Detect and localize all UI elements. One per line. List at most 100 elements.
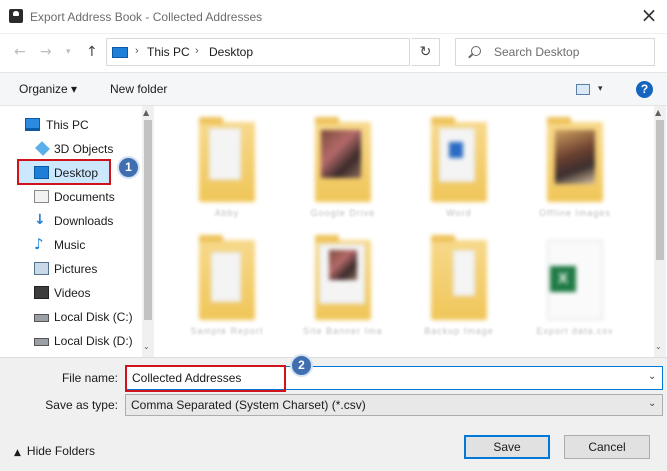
scrollbar-thumb[interactable] (144, 120, 152, 320)
sidebar-item-local-disk-d[interactable]: Local Disk (D:) (0, 329, 140, 353)
sidebar-item-label: Local Disk (C:) (54, 310, 133, 324)
back-arrow-icon[interactable]: ← (14, 44, 26, 60)
scroll-down-icon[interactable]: ⌄ (143, 342, 150, 351)
documents-icon (34, 190, 49, 203)
forward-arrow-icon[interactable]: → (40, 44, 52, 60)
sidebar-item-local-disk-c[interactable]: Local Disk (C:) (0, 305, 140, 329)
file-caption: Sample Report (190, 326, 264, 336)
sidebar-item-label: Videos (54, 286, 91, 300)
step-1-badge: 1 (117, 156, 140, 179)
pc-icon (25, 118, 40, 131)
sidebar-item-documents[interactable]: Documents (0, 185, 140, 209)
file-item[interactable]: Word (419, 112, 499, 227)
help-icon[interactable]: ? (636, 81, 653, 98)
search-icon (471, 46, 481, 56)
folder-icon (315, 235, 371, 320)
sidebar-item-downloads[interactable]: ↓ Downloads (0, 209, 140, 233)
file-list-scrollbar[interactable]: ▲ ⌄ (654, 106, 666, 357)
3d-objects-icon (35, 141, 50, 156)
window-title: Export Address Book - Collected Addresse… (30, 10, 263, 24)
file-caption: Abby (214, 208, 240, 218)
file-item[interactable]: Abby (187, 112, 267, 227)
chevron-down-icon[interactable]: ⌄ (648, 371, 656, 382)
search-box[interactable] (455, 38, 655, 66)
refresh-button[interactable]: ↻ (412, 38, 440, 66)
save-form: File name: ⌄ 2 Save as type: Comma Separ… (0, 354, 667, 471)
view-options-icon[interactable] (576, 84, 590, 95)
file-caption: Google Drive (310, 208, 376, 218)
folder-icon (431, 117, 487, 202)
cancel-button[interactable]: Cancel (564, 435, 650, 459)
sidebar-item-label: This PC (46, 118, 89, 132)
step-2-badge: 2 (290, 354, 313, 377)
navigation-scrollbar[interactable]: ▲ ⌄ (142, 106, 154, 357)
file-caption: Offline Images (539, 208, 611, 218)
videos-icon (34, 286, 49, 299)
downloads-icon: ↓ (34, 212, 46, 228)
excel-file-icon: X (547, 240, 603, 320)
address-bar[interactable]: › This PC › Desktop ⌄ (106, 38, 504, 66)
recent-locations-icon[interactable]: ▾ (66, 47, 71, 57)
view-dropdown-icon[interactable]: ▾ (598, 83, 603, 94)
file-caption: Site Banner Image (303, 326, 383, 336)
folder-icon (315, 117, 371, 202)
pc-icon (112, 47, 128, 58)
save-as-type-select[interactable]: Comma Separated (System Charset) (*.csv)… (125, 394, 663, 416)
file-name-callout-highlight (125, 365, 286, 392)
sidebar-item-label: Music (54, 238, 86, 252)
file-name-label: File name: (61, 371, 118, 385)
scroll-down-icon[interactable]: ⌄ (655, 342, 662, 351)
hide-folders-button[interactable]: ▲ Hide Folders (14, 444, 95, 458)
hide-folders-label: Hide Folders (26, 444, 95, 458)
chevron-up-icon: ▲ (14, 448, 21, 458)
sidebar-item-label: Documents (54, 190, 115, 204)
save-as-type-label: Save as type: (45, 398, 118, 412)
address-book-icon (9, 9, 23, 23)
scrollbar-thumb[interactable] (656, 120, 664, 260)
close-button[interactable]: × (638, 4, 660, 26)
file-item[interactable]: Sample Report (187, 230, 267, 345)
desktop-icon (34, 166, 49, 179)
organize-button[interactable]: Organize ▾ (19, 82, 77, 96)
file-caption: Word (446, 208, 472, 218)
music-icon: ♪ (34, 235, 44, 253)
file-list: Abby Google Drive Word Offline Images Sa… (157, 106, 654, 357)
sidebar-item-label: Local Disk (D:) (54, 334, 133, 348)
scroll-up-icon[interactable]: ▲ (655, 108, 661, 117)
file-caption: Export data.csv (536, 326, 614, 336)
disk-icon (34, 338, 49, 346)
scroll-up-icon[interactable]: ▲ (143, 108, 149, 117)
breadcrumb-desktop[interactable]: Desktop (209, 45, 253, 59)
sidebar-item-label: Downloads (54, 214, 114, 228)
file-item[interactable]: Site Banner Image (303, 230, 383, 345)
sidebar-item-desktop-label[interactable]: Desktop (54, 166, 98, 180)
file-item[interactable]: Offline Images (535, 112, 615, 227)
sidebar-item-this-pc[interactable]: This PC (0, 113, 140, 137)
disk-icon (34, 314, 49, 322)
folder-icon (431, 235, 487, 320)
breadcrumb-this-pc[interactable]: This PC (147, 45, 190, 59)
new-folder-button[interactable]: New folder (110, 82, 167, 96)
file-item[interactable]: Backup Image (419, 230, 499, 345)
folder-icon (199, 235, 255, 320)
pictures-icon (34, 262, 49, 275)
sidebar-item-music[interactable]: ♪ Music (0, 233, 140, 257)
save-as-type-value: Comma Separated (System Charset) (*.csv) (131, 398, 366, 412)
command-toolbar: Organize ▾ New folder ▾ ? (0, 72, 667, 106)
folder-icon (547, 117, 603, 202)
title-bar: Export Address Book - Collected Addresse… (0, 0, 667, 34)
file-item[interactable]: X Export data.csv (535, 230, 615, 345)
sidebar-item-3d-objects[interactable]: 3D Objects (0, 137, 140, 161)
save-button[interactable]: Save (464, 435, 550, 459)
file-caption: Backup Image (424, 326, 494, 336)
navigation-pane: This PC 3D Objects Desktop Documents ↓ D… (0, 106, 156, 357)
sidebar-item-videos[interactable]: Videos (0, 281, 140, 305)
folder-icon (199, 117, 255, 202)
chevron-down-icon[interactable]: ⌄ (648, 398, 656, 409)
sidebar-item-label: 3D Objects (54, 142, 114, 156)
up-arrow-icon[interactable]: ↑ (86, 44, 98, 60)
file-item[interactable]: Google Drive (303, 112, 383, 227)
sidebar-item-label: Pictures (54, 262, 98, 276)
search-input[interactable] (494, 45, 644, 59)
sidebar-item-pictures[interactable]: Pictures (0, 257, 140, 281)
